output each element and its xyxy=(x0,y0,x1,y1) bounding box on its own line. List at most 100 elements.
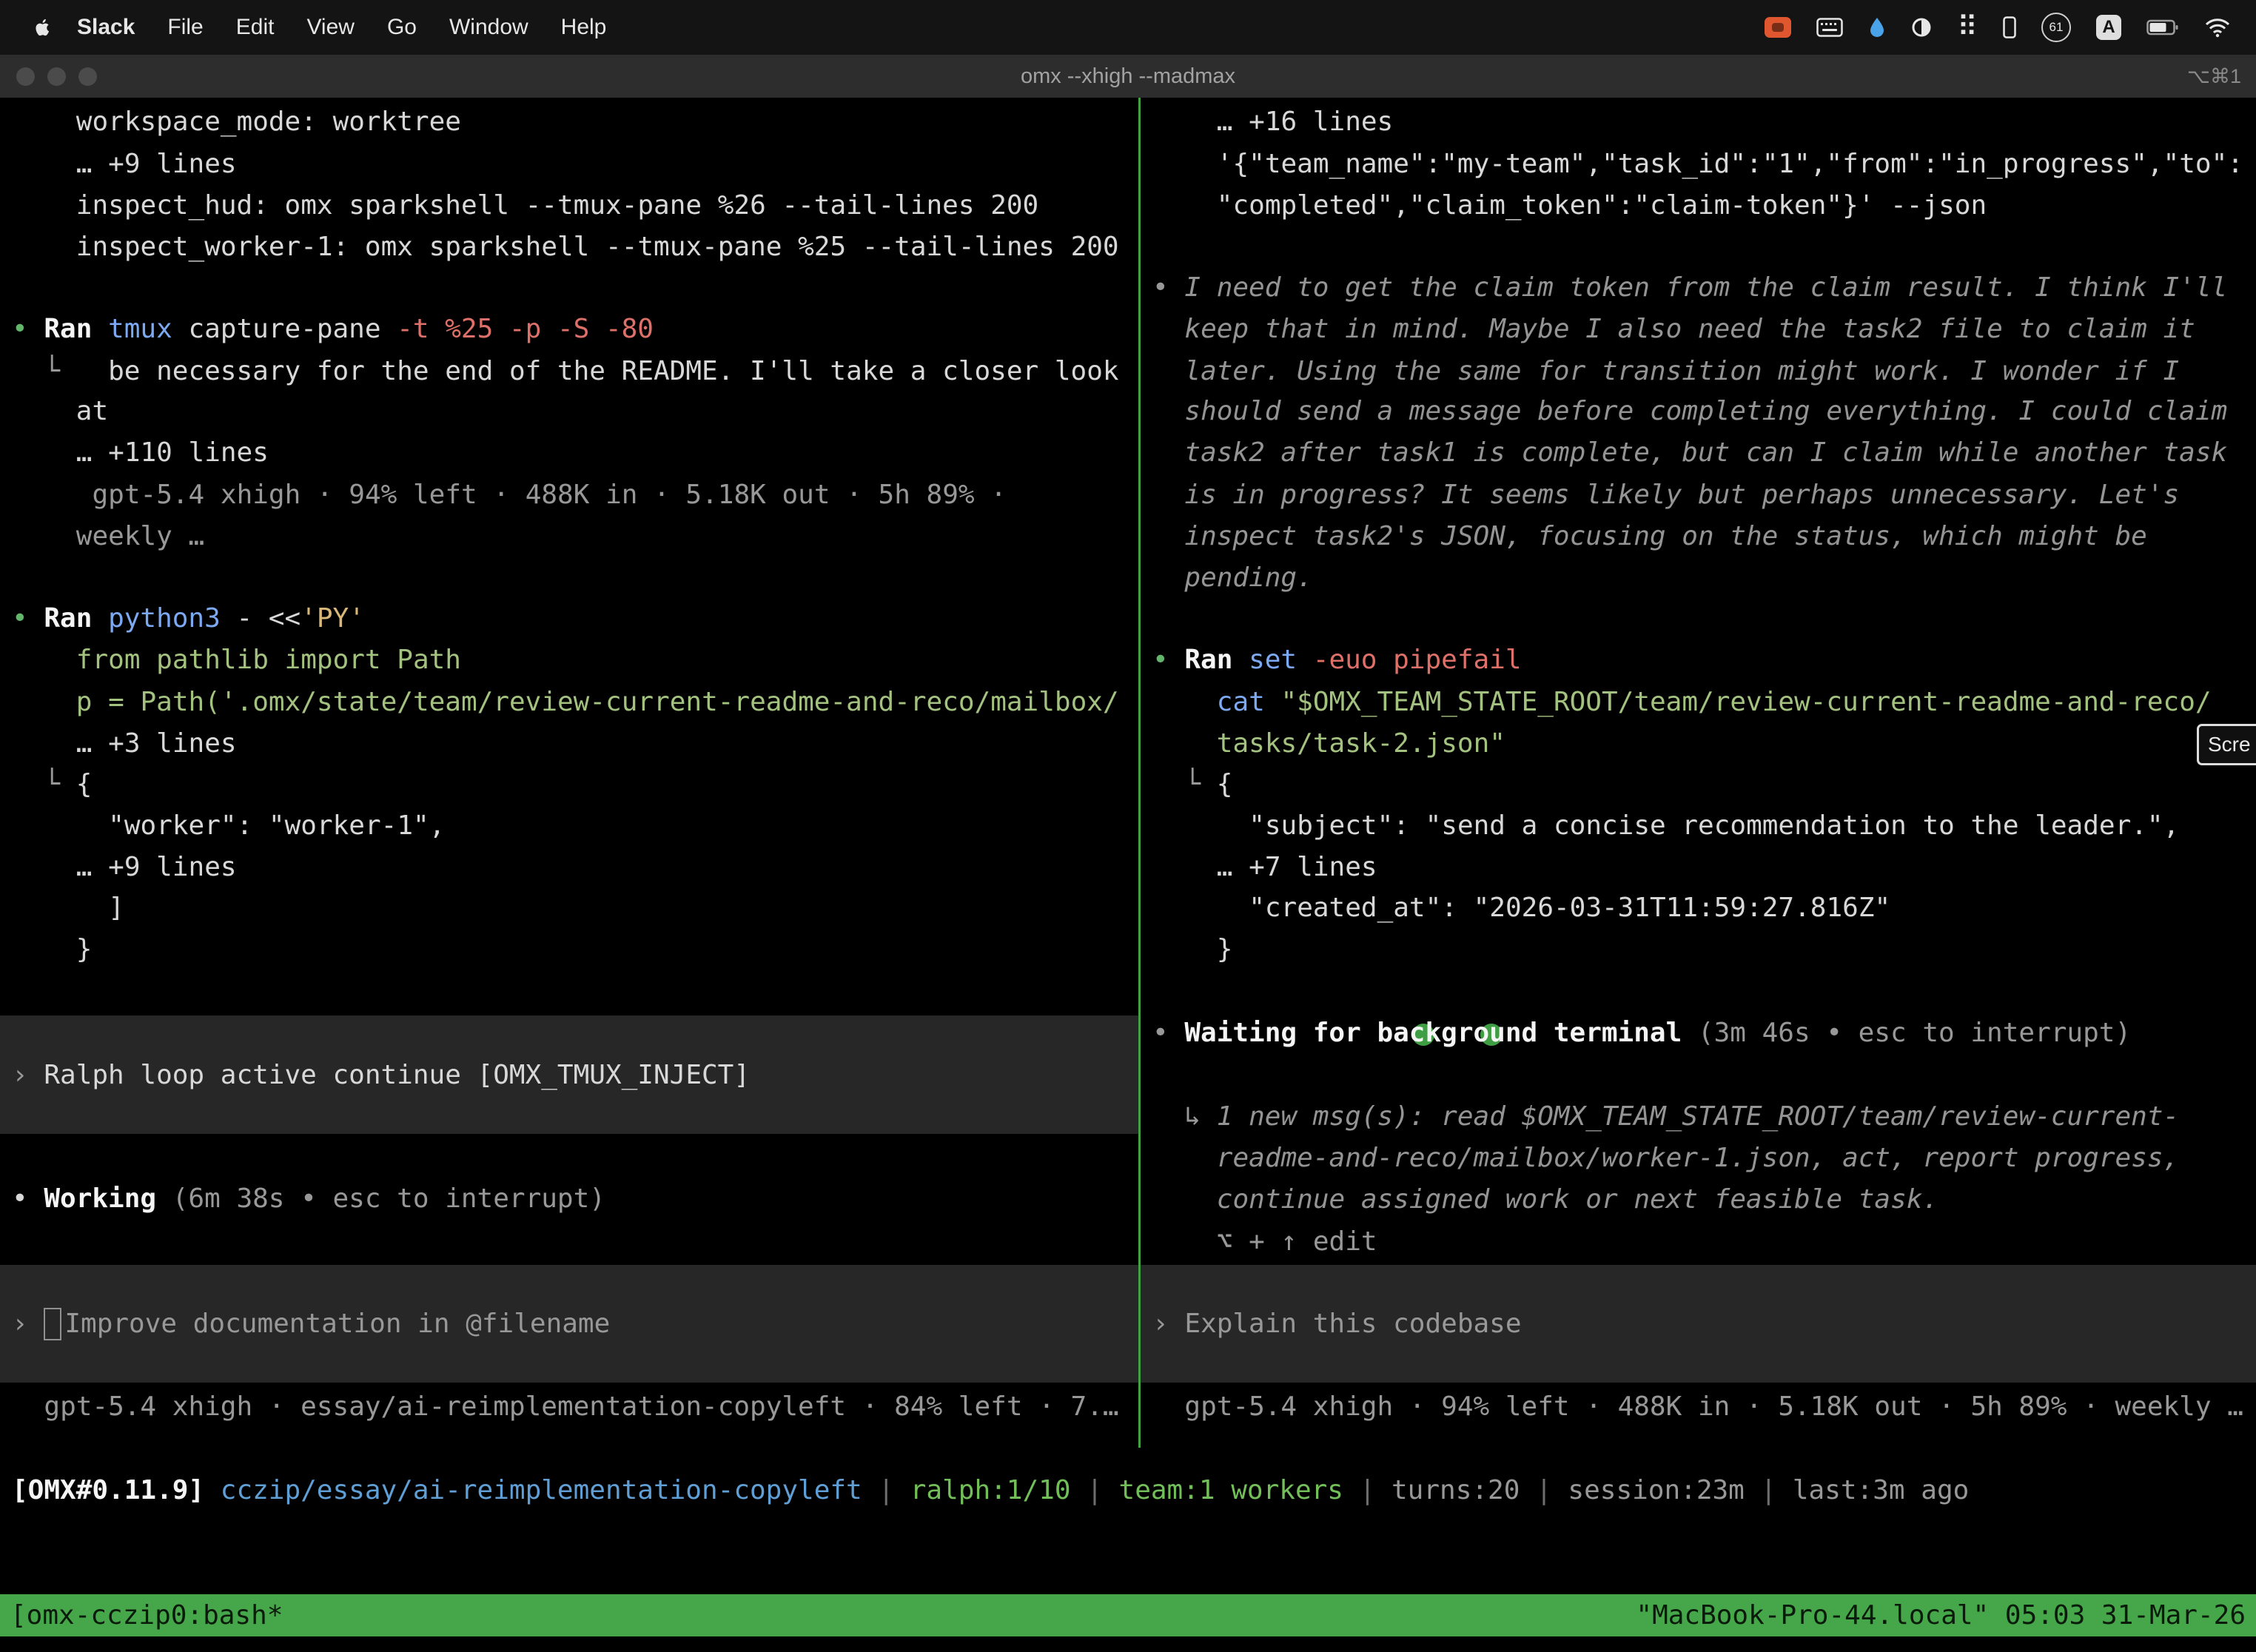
terminal-line: • Ran set -euo pipefail xyxy=(1141,639,2256,681)
text-segment: weekly … xyxy=(76,521,204,551)
text-segment: "worker": "worker-1", xyxy=(108,810,445,841)
zoom-button[interactable] xyxy=(78,67,97,86)
text-segment: gpt-5.4 xhigh · essay/ai-reimplementatio… xyxy=(44,1391,1118,1422)
terminal-line: ↳ 1 new msg(s): read $OMX_TEAM_STATE_ROO… xyxy=(1141,1096,2256,1138)
menu-item-window[interactable]: Window xyxy=(433,15,545,40)
text-segment: is in progress? It seems likely but perh… xyxy=(1184,480,2179,510)
menu-item-view[interactable]: View xyxy=(290,15,370,40)
text-segment: python3 xyxy=(108,603,236,634)
close-button[interactable] xyxy=(16,67,35,86)
terminal-line: ] xyxy=(0,887,1138,929)
terminal-line: } xyxy=(0,929,1138,970)
battery-percentage-badge[interactable]: 61 xyxy=(2041,13,2071,42)
text-segment: -t %25 -p -S -80 xyxy=(397,314,654,344)
left-terminal-pane[interactable]: workspace_mode: worktree … +9 lines inspec… xyxy=(0,98,1138,1448)
terminal-line: … +110 lines xyxy=(0,432,1138,474)
prompt-input[interactable]: › Improve documentation in @filename xyxy=(0,1265,1138,1383)
terminal-line: } xyxy=(1141,929,2256,970)
text-segment: gpt-5.4 xhigh · 94% left · 488K in · 5.1… xyxy=(93,480,1007,510)
text-segment: set xyxy=(1249,645,1313,675)
terminal-line: • Waiting for background terminal (3m 46… xyxy=(1141,1013,2256,1054)
terminal-line: readme-and-reco/mailbox/worker-1.json, a… xyxy=(1141,1138,2256,1179)
terminal-line: … +16 lines xyxy=(1141,101,2256,143)
text-segment: … +3 lines xyxy=(76,728,237,759)
text-segment: "$OMX_TEAM_STATE_ROOT/team/review-curren… xyxy=(1281,687,2212,717)
text-segment: at xyxy=(76,396,108,426)
terminal-line: cat "$OMX_TEAM_STATE_ROOT/team/review-cu… xyxy=(1141,682,2256,723)
text-segment: [OMX#0.11.9] xyxy=(12,1475,221,1505)
terminal-line: • I need to get the claim token from the… xyxy=(1141,267,2256,309)
keyboard-icon[interactable] xyxy=(1816,18,1843,37)
text-segment: › xyxy=(12,1309,44,1339)
text-segment: inspect_hud: omx sparkshell --tmux-pane … xyxy=(76,190,1038,221)
terminal-line: … +7 lines xyxy=(1141,847,2256,888)
terminal-line: inspect_hud: omx sparkshell --tmux-pane … xyxy=(0,185,1138,226)
terminal-line: gpt-5.4 xhigh · essay/ai-reimplementatio… xyxy=(0,1386,1138,1428)
text-segment: Improve documentation in @filename xyxy=(64,1309,610,1339)
terminal-line: └ { xyxy=(1141,764,2256,805)
clipped-overlay-window[interactable]: Scre xyxy=(2197,724,2256,765)
text-segment: › xyxy=(1152,1309,1184,1339)
text-segment: inspect_worker-1: omx sparkshell --tmux-… xyxy=(76,232,1119,262)
terminal-line: workspace_mode: worktree xyxy=(0,101,1138,143)
text-segment: turns:20 xyxy=(1391,1475,1520,1505)
right-terminal-pane[interactable]: … +16 lines'{"team_name":"my-team","task… xyxy=(1141,98,2256,1448)
screen-recording-indicator[interactable] xyxy=(1765,17,1791,38)
text-segment: (6m 38s • esc to interrupt) xyxy=(172,1183,605,1214)
text-segment: Ran xyxy=(44,603,108,634)
omx-status-line: [OMX#0.11.9] cczip/essay/ai-reimplementa… xyxy=(12,1470,2256,1511)
text-segment: gpt-5.4 xhigh · 94% left · 488K in · 5.1… xyxy=(1184,1391,2243,1422)
tmux-host-clock: "MacBook-Pro-44.local" 05:03 31-Mar-26 xyxy=(1636,1594,2246,1636)
terminal-line: └ { xyxy=(0,764,1138,805)
prompt-suggestion[interactable]: › Explain this codebase xyxy=(1141,1265,2256,1383)
apple-menu[interactable] xyxy=(31,16,53,39)
input-source-icon[interactable]: A xyxy=(2096,15,2121,40)
text-segment: | xyxy=(1343,1475,1391,1505)
dots-grid-icon[interactable]: ⠿ xyxy=(1957,13,1978,41)
tmux-session-label: [omx-cczip0:bash* xyxy=(10,1594,283,1636)
text-segment: - << xyxy=(236,603,301,634)
text-segment: • xyxy=(1152,645,1184,675)
text-segment: • xyxy=(12,314,44,344)
terminal-line: "worker": "worker-1", xyxy=(0,805,1138,847)
terminal-line: … +9 lines xyxy=(0,847,1138,888)
terminal-line: tasks/task-2.json" xyxy=(1141,723,2256,765)
circle-app-icon[interactable] xyxy=(1911,17,1932,38)
text-segment: "subject": "send a concise recommendatio… xyxy=(1249,810,2179,841)
minimize-button[interactable] xyxy=(47,67,66,86)
app-menu-slack[interactable]: Slack xyxy=(61,15,151,40)
terminal-line: is in progress? It seems likely but perh… xyxy=(1141,474,2256,516)
text-segment: session:23m xyxy=(1568,1475,1744,1505)
window-title: omx --xhigh --madmax xyxy=(0,55,2256,98)
wifi-icon[interactable] xyxy=(2204,17,2231,38)
terminal-line: p = Path('.omx/state/team/review-current… xyxy=(0,682,1138,723)
text-segment: • xyxy=(1152,272,1184,303)
pane-divider[interactable] xyxy=(1138,98,1141,1448)
terminal-line: pending. xyxy=(1141,557,2256,599)
terminal-line: later. Using the same for transition mig… xyxy=(1141,351,2256,392)
window-titlebar[interactable]: omx --xhigh --madmax ⌥⌘1 xyxy=(0,55,2256,98)
text-segment: "completed","claim_token":"claim-token"}… xyxy=(1217,190,1987,221)
text-segment: continue assigned work or next feasible … xyxy=(1217,1184,1938,1215)
terminal-line: at xyxy=(0,391,1138,432)
droplet-icon[interactable] xyxy=(1868,16,1886,38)
text-segment: | xyxy=(1071,1475,1119,1505)
text-segment: workspace_mode: worktree xyxy=(76,107,461,137)
menu-item-file[interactable]: File xyxy=(151,15,219,40)
text-segment: ralph:1/10 xyxy=(910,1475,1071,1505)
battery-icon[interactable] xyxy=(2146,19,2179,36)
terminal-line: continue assigned work or next feasible … xyxy=(1141,1179,2256,1220)
text-segment: capture-pane xyxy=(188,314,397,344)
device-icon[interactable] xyxy=(2003,16,2016,38)
menu-item-edit[interactable]: Edit xyxy=(220,15,291,40)
menu-item-help[interactable]: Help xyxy=(545,15,623,40)
text-segment: Explain this codebase xyxy=(1184,1309,1521,1339)
text-segment: from pathlib import Path xyxy=(76,645,461,675)
menu-item-go[interactable]: Go xyxy=(371,15,433,40)
text-segment: • xyxy=(12,603,44,634)
text-segment: Ran xyxy=(44,314,108,344)
text-segment: Ran xyxy=(1184,645,1249,675)
screen: Slack FileEditViewGoWindowHelp ⠿ 61 A omx … xyxy=(0,0,2256,1652)
terminal-line: inspect task2's JSON, focusing on the st… xyxy=(1141,516,2256,557)
text-segment: … +9 lines xyxy=(76,852,237,882)
